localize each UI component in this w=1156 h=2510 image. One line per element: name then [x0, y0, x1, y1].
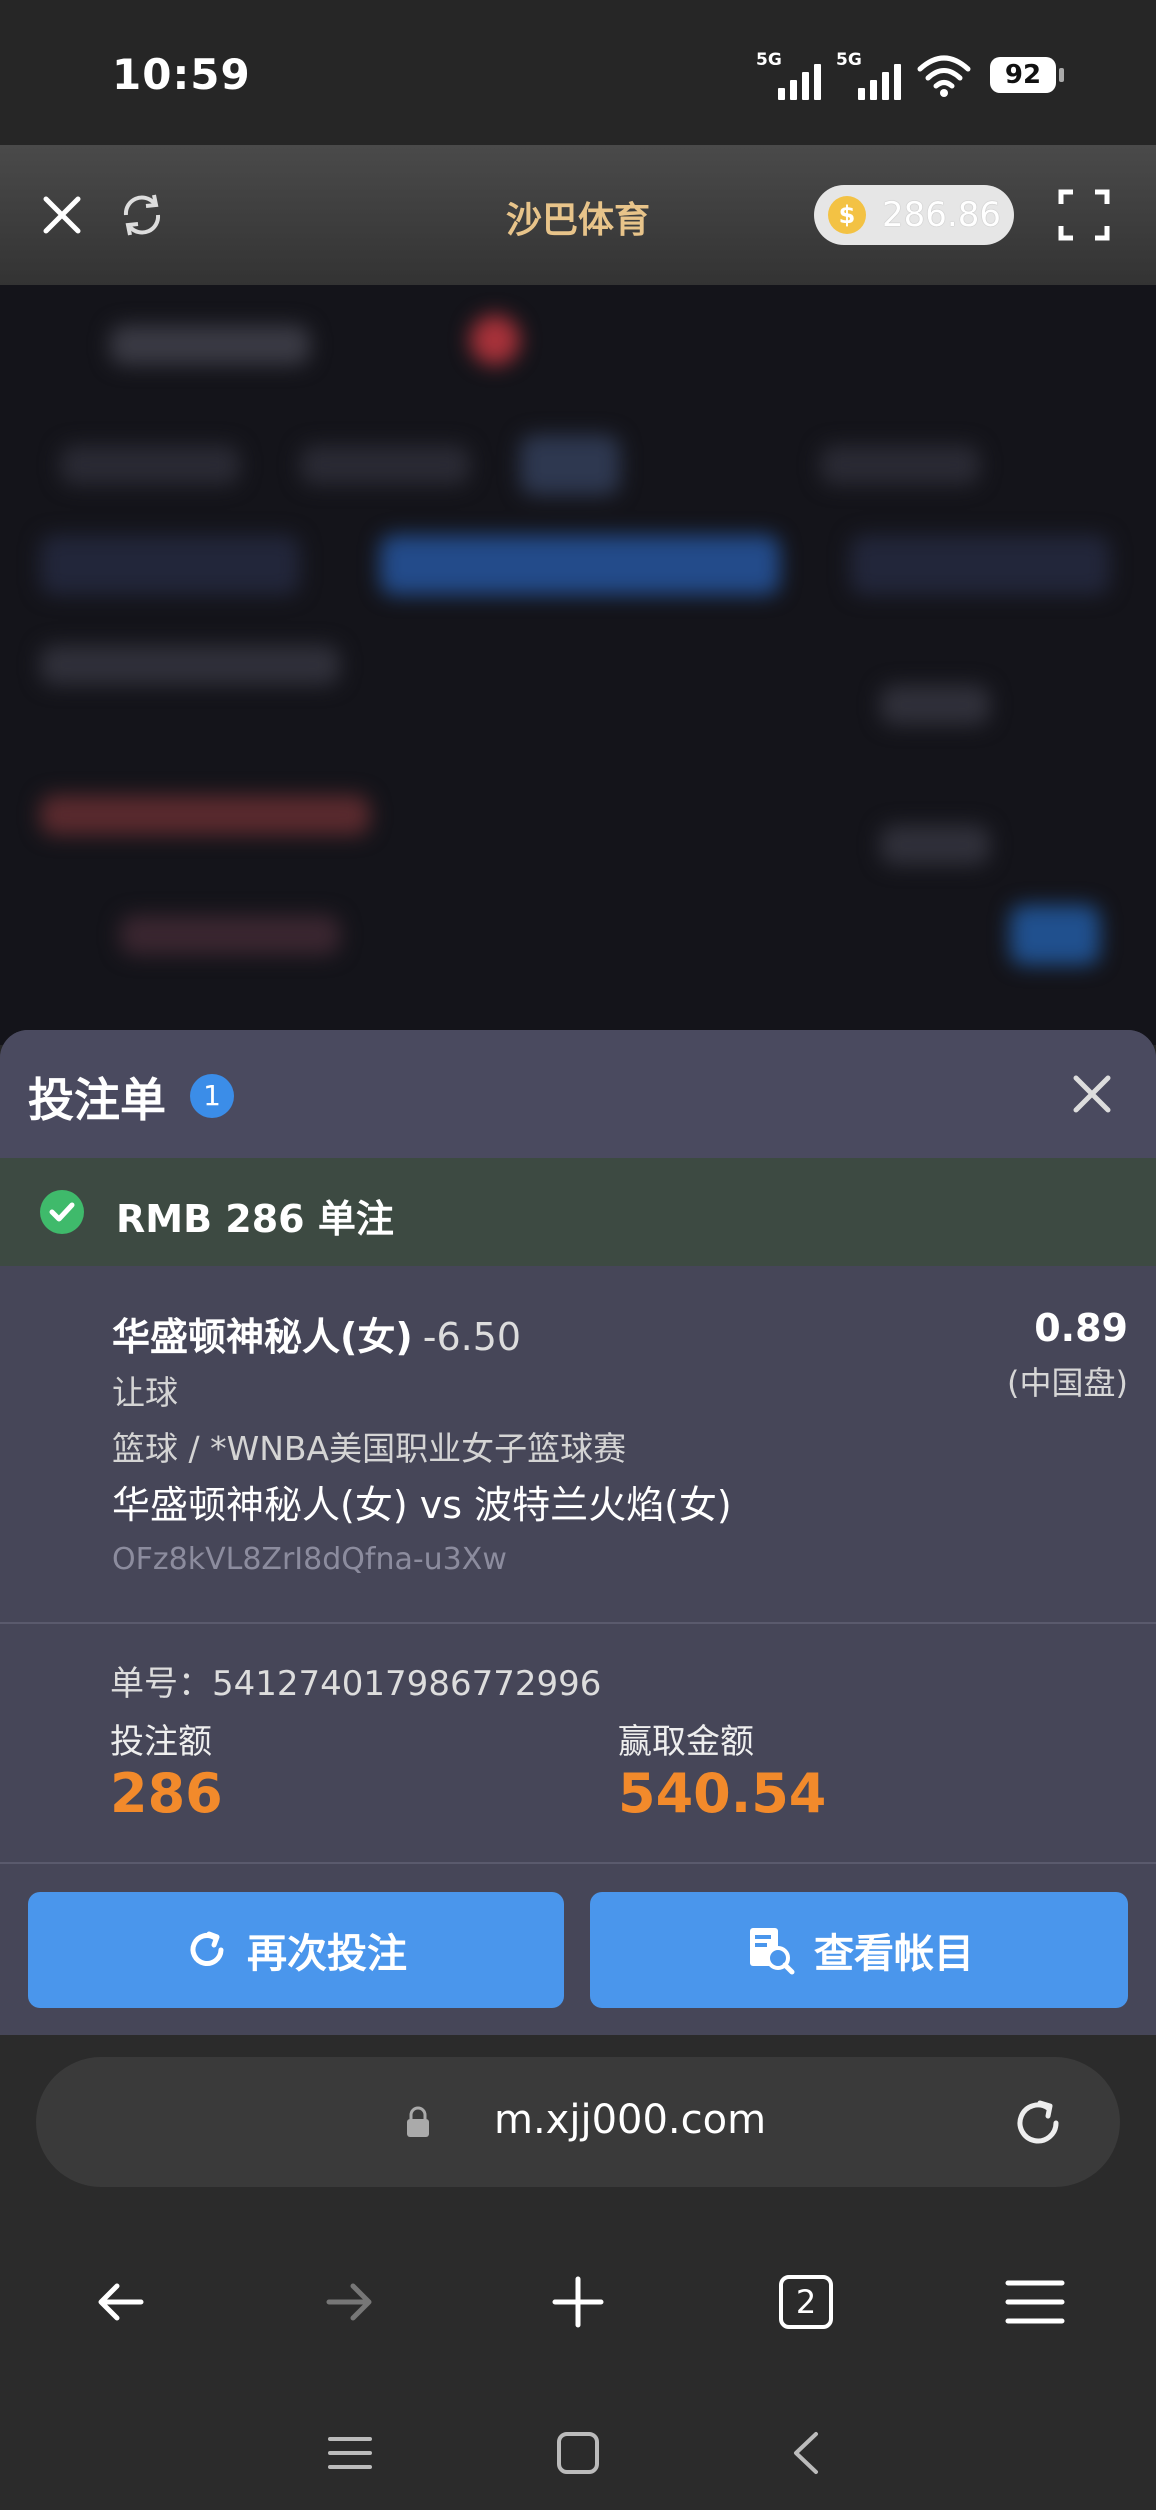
fullscreen-icon[interactable]	[1046, 177, 1122, 253]
back-icon[interactable]	[86, 2267, 156, 2337]
bet-selection: 华盛顿神秘人(女) -6.50 0.89 (中国盘) 让球 篮球 / *WNBA美…	[0, 1266, 1156, 1624]
url-bar[interactable]: m.xjj000.com	[36, 2057, 1120, 2187]
ticket-number: 单号：541274017986772996	[110, 1664, 602, 1704]
system-back-icon[interactable]	[778, 2425, 834, 2481]
statement-icon	[750, 1928, 795, 1975]
selection-team: 华盛顿神秘人(女)	[112, 1315, 413, 1359]
recents-icon[interactable]	[322, 2425, 378, 2481]
stake-value: 286	[110, 1762, 223, 1825]
blurred-background	[0, 285, 1156, 1045]
forward-icon[interactable]	[314, 2267, 384, 2337]
status-time: 10:59	[112, 50, 251, 99]
reload-icon[interactable]	[1008, 2093, 1068, 2153]
browser-nav: 2	[0, 2245, 1156, 2355]
win-value: 540.54	[618, 1762, 827, 1825]
bet-actions: 再次投注 查看帐目	[0, 1864, 1156, 2035]
check-icon	[40, 1190, 84, 1234]
system-nav	[0, 2395, 1156, 2505]
match-name: 华盛顿神秘人(女) vs 波特兰火焰(女)	[112, 1483, 732, 1527]
ticket-summary: 单号：541274017986772996 投注额 286 赢取金额 540.5…	[0, 1624, 1156, 1864]
tab-count: 2	[795, 2283, 817, 2321]
status-icons: 5G 5G 92	[756, 50, 1064, 100]
bet-slip-panel: 投注单 1 RMB 286 单注 华盛顿神秘人(女) -6.50 0.89 (中国…	[0, 1030, 1156, 2035]
coin-icon: $	[828, 196, 866, 234]
battery-indicator: 92	[990, 57, 1064, 93]
close-bet-slip-icon[interactable]	[1064, 1066, 1120, 1122]
bet-success-bar: RMB 286 单注	[0, 1158, 1156, 1266]
balance-pill[interactable]: $ 286.86	[814, 185, 1014, 245]
stake-label: 投注额	[110, 1722, 212, 1762]
url-text: m.xjj000.com	[494, 2097, 767, 2143]
new-tab-icon[interactable]	[543, 2267, 613, 2337]
balance-value: 286.86	[882, 195, 1001, 235]
status-bar: 10:59 5G 5G 92	[0, 0, 1156, 145]
view-statement-button[interactable]: 查看帐目	[590, 1892, 1128, 2008]
browser-bar: m.xjj000.com 2	[0, 2035, 1156, 2510]
reference-code: OFz8kVL8ZrI8dQfna-u3Xw	[112, 1542, 507, 1577]
bet-slip-header: 投注单 1	[0, 1030, 1156, 1158]
rebet-label: 再次投注	[247, 1931, 407, 1977]
odds-type: (中国盘)	[1007, 1364, 1128, 1402]
rebet-icon	[190, 1931, 224, 1966]
league-name: 篮球 / *WNBA美国职业女子篮球赛	[112, 1429, 627, 1468]
signal-icon: 5G	[756, 50, 821, 100]
tabs-button[interactable]: 2	[771, 2267, 841, 2337]
wifi-icon	[917, 55, 971, 97]
odds-value: 0.89	[1034, 1306, 1128, 1350]
bet-slip-title: 投注单	[28, 1073, 166, 1127]
bet-count-badge: 1	[190, 1074, 234, 1118]
selection-line: -6.50	[422, 1315, 522, 1359]
win-label: 赢取金额	[618, 1722, 754, 1762]
selection-name: 华盛顿神秘人(女) -6.50	[112, 1306, 521, 1361]
lock-icon	[407, 2106, 429, 2137]
menu-icon[interactable]	[1000, 2267, 1070, 2337]
home-icon[interactable]	[550, 2425, 606, 2481]
app-header: 沙巴体育 $ 286.86	[0, 145, 1156, 285]
rebet-button[interactable]: 再次投注	[28, 1892, 564, 2008]
bet-status-text: RMB 286 单注	[116, 1197, 394, 1241]
statement-label: 查看帐目	[814, 1931, 974, 1977]
signal-icon: 5G	[836, 50, 901, 100]
market-type: 让球	[112, 1373, 178, 1412]
